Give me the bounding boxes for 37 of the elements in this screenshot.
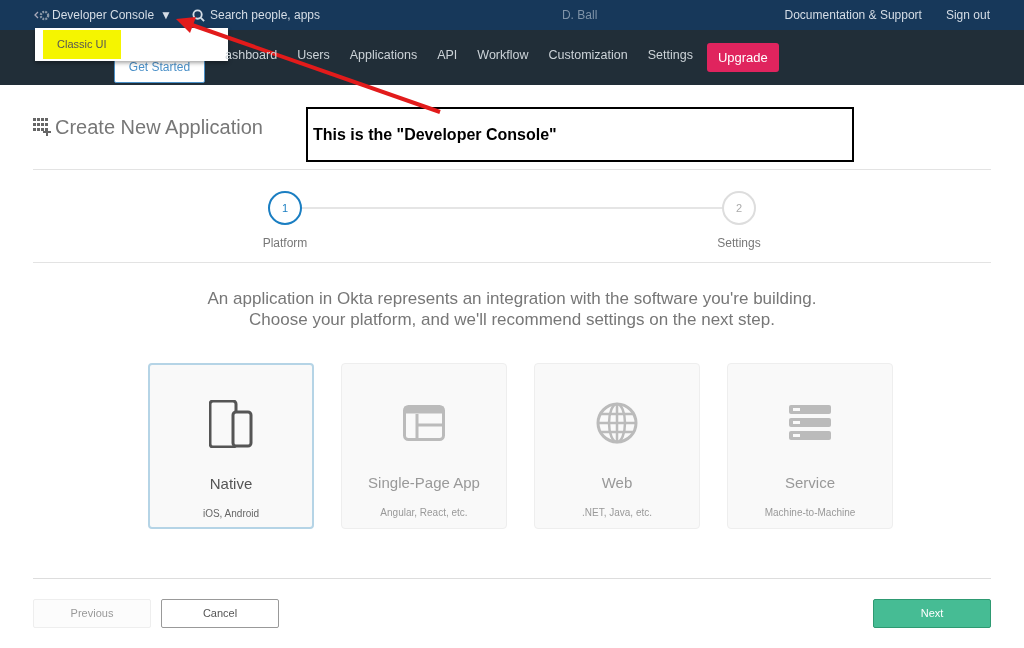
step-label: Settings (717, 235, 761, 252)
platform-subtitle: Machine-to-Machine (764, 505, 856, 520)
platform-name: Web (601, 473, 633, 493)
back-caret-icon (34, 11, 39, 19)
description-text: Choose your platform, and we'll recommend settings on the next step. (249, 309, 775, 330)
nav-link[interactable]: Users (297, 46, 330, 65)
platform-name: Native (209, 474, 253, 494)
platform-subtitle: .NET, Java, etc. (582, 505, 652, 520)
platform-card[interactable]: Native iOS, Android (148, 363, 314, 529)
platform-name: Service (785, 473, 835, 493)
step-label: Platform (262, 235, 308, 252)
header-link[interactable]: Documentation & Support (784, 6, 922, 24)
search-icon (191, 8, 205, 22)
description-text: An application in Okta represents an integration with the software you're building. (207, 288, 817, 309)
user-name: D. Ball (561, 7, 598, 24)
nav-link[interactable]: Customization (548, 46, 628, 65)
upgrade-button[interactable]: Upgrade (706, 43, 779, 72)
gear-icon (39, 9, 50, 21)
grid-add-icon (33, 118, 51, 136)
callout-text: This is the "Developer Console" (313, 124, 557, 145)
nav-link[interactable]: Settings (647, 46, 693, 65)
platform-name: Single-Page App (368, 473, 480, 493)
cancel-button[interactable]: Cancel (161, 599, 279, 628)
console-switcher[interactable]: Developer Console ▼ (52, 6, 172, 24)
tablet-and-phone-icon (209, 400, 253, 448)
browser-window-icon (403, 405, 445, 441)
server-stack-icon (789, 405, 831, 441)
search-field[interactable]: Search people, apps (191, 6, 392, 24)
nav-link[interactable]: Applications (349, 46, 418, 65)
nav-link[interactable]: Workflow (477, 46, 529, 65)
header-link[interactable]: Sign out (945, 6, 990, 24)
nav-link[interactable]: API (437, 46, 458, 65)
menu-item[interactable]: Classic UI (43, 30, 121, 59)
globe-icon (596, 402, 638, 444)
page-title: Create New Application (55, 115, 263, 140)
platform-subtitle: Angular, React, etc. (380, 505, 468, 520)
platform-subtitle: iOS, Android (202, 506, 260, 521)
